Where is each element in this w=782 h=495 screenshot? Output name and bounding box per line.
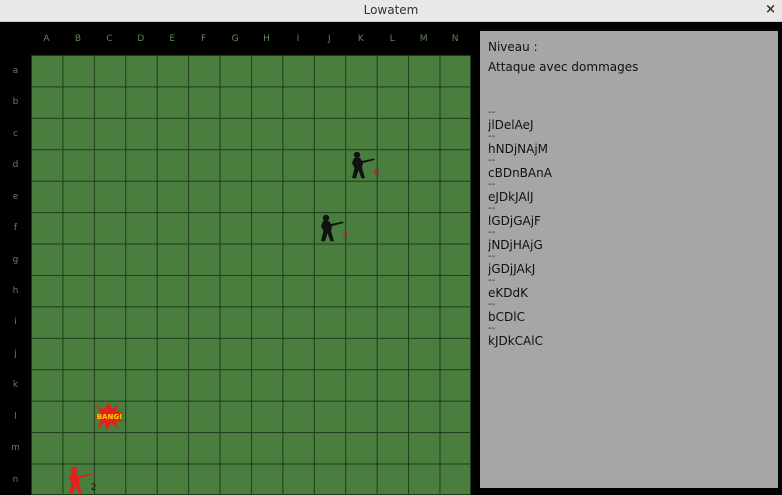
game-board[interactable]: 6 3 2 BANG! bbox=[31, 55, 471, 495]
log-entry: eJDkJAlJ bbox=[488, 190, 534, 204]
column-label-E: E bbox=[169, 34, 176, 44]
row-label-e: e bbox=[12, 191, 19, 202]
column-label-B: B bbox=[74, 34, 82, 44]
row-label-b: b bbox=[12, 97, 19, 108]
row-label-h: h bbox=[12, 286, 19, 296]
row-label-l: l bbox=[14, 411, 17, 422]
row-label-a: a bbox=[12, 66, 19, 76]
unit-red-Bn[interactable]: 2 bbox=[62, 464, 96, 495]
log-entry: jNDjHAjG bbox=[488, 238, 543, 252]
unit-hp: 2 bbox=[90, 482, 97, 493]
row-label-g: g bbox=[12, 254, 19, 265]
log-entry: eKDdK bbox=[488, 286, 528, 300]
window-title: Lowatem bbox=[363, 3, 419, 17]
column-label-H: H bbox=[263, 34, 270, 44]
info-panel: Niveau : Attaque avec dommages -- jlDelAe… bbox=[480, 31, 778, 488]
unit-black-Jf[interactable]: 3 bbox=[314, 212, 348, 243]
unit-black-Kd[interactable]: 6 bbox=[345, 149, 379, 180]
row-label-f: f bbox=[13, 223, 18, 234]
column-label-I: I bbox=[296, 34, 300, 44]
log-separator: -- bbox=[488, 203, 496, 214]
row-label-n: n bbox=[12, 474, 19, 485]
column-label-D: D bbox=[137, 34, 145, 44]
column-label-N: N bbox=[451, 34, 459, 44]
row-label-i: i bbox=[14, 317, 17, 328]
column-label-C: C bbox=[106, 34, 113, 44]
bang-text: BANG! bbox=[97, 413, 123, 421]
column-label-G: G bbox=[231, 34, 239, 44]
log-entry: hNDjNAjM bbox=[488, 142, 549, 156]
log-separator: -- bbox=[488, 299, 496, 310]
log-separator: -- bbox=[488, 227, 496, 238]
column-label-F: F bbox=[201, 34, 207, 44]
column-label-L: L bbox=[389, 34, 395, 44]
log-entry: bCDlC bbox=[488, 310, 525, 324]
column-label-K: K bbox=[357, 34, 364, 44]
unit-hp: 6 bbox=[373, 168, 380, 179]
log-entry: kJDkCAlC bbox=[488, 334, 543, 348]
log-separator: -- bbox=[488, 155, 496, 166]
level-label: Niveau : bbox=[488, 40, 538, 54]
row-label-m: m bbox=[11, 443, 20, 454]
log-separator: -- bbox=[488, 323, 496, 334]
log-separator: -- bbox=[488, 275, 496, 286]
board-area: A B C D E F G H I J K L M N a b c d e f g h i j k l m n 6 3 2 BANG… bbox=[0, 22, 478, 495]
explosion-icon: BANG! bbox=[93, 401, 125, 432]
log-separator: -- bbox=[488, 179, 496, 190]
title-bar: Lowatem × bbox=[0, 0, 782, 22]
log-entry: jlDelAeJ bbox=[488, 118, 534, 132]
row-label-c: c bbox=[13, 128, 18, 139]
row-label-d: d bbox=[12, 160, 19, 171]
log-separator: -- bbox=[488, 131, 496, 142]
log-entry: cBDnBAnA bbox=[488, 166, 552, 180]
close-icon[interactable]: × bbox=[765, 2, 776, 17]
unit-hp: 3 bbox=[342, 231, 348, 242]
column-label-J: J bbox=[328, 34, 331, 44]
log-entry: jGDjJAkJ bbox=[488, 262, 536, 276]
column-label-M: M bbox=[419, 34, 428, 44]
row-label-j: j bbox=[14, 348, 17, 359]
move-log: -- jlDelAeJ -- hNDjNAjM -- cBDnBAnA -- eJDkJAlJ… bbox=[488, 107, 638, 349]
row-label-k: k bbox=[12, 380, 19, 391]
mode-label: Attaque avec dommages bbox=[488, 60, 639, 74]
column-label-A: A bbox=[43, 34, 50, 44]
log-entry: lGDjGAjF bbox=[488, 214, 541, 228]
log-separator: -- bbox=[488, 251, 496, 262]
log-separator: -- bbox=[488, 107, 496, 118]
